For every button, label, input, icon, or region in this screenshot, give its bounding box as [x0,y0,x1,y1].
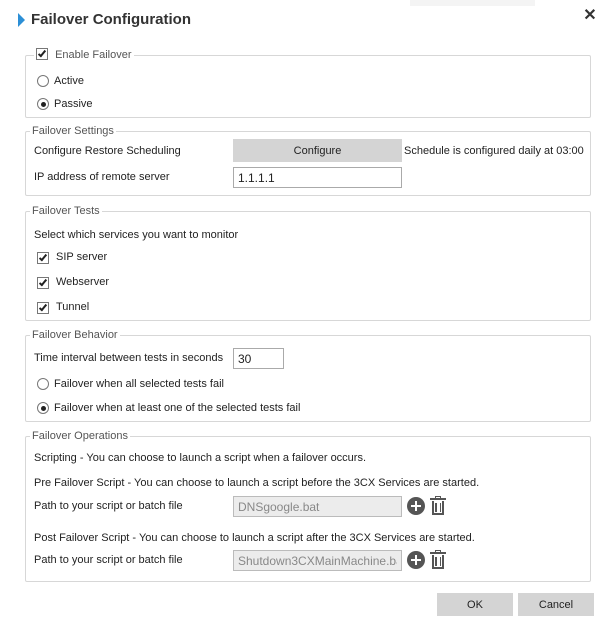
enable-failover-checkbox[interactable] [36,48,48,61]
pre-add-plus-circle-icon[interactable] [407,497,425,515]
ip-address-input[interactable] [233,167,402,188]
configure-button[interactable]: Configure [233,139,402,162]
failover-settings-legend: Failover Settings [30,125,116,138]
behavior-label-one: Failover when at least one of the select… [54,402,301,414]
failover-tests-group: Failover Tests Select which services you… [25,205,591,321]
mode-radio-passive[interactable] [37,98,49,110]
behavior-radio-all[interactable] [37,378,49,390]
mode-label-active: Active [54,75,84,87]
top-faint-bar [410,0,535,6]
behavior-label-all: Failover when all selected tests fail [54,378,224,390]
failover-behavior-group: Failover Behavior Time interval between … [25,329,591,422]
dialog-title: Failover Configuration [31,11,192,28]
behavior-radio-one[interactable] [37,402,49,414]
mode-radio-active[interactable] [37,75,49,87]
enable-failover-group: Enable Failover Active Passive [25,48,591,118]
dialog-title-bar: Failover Configuration ✕ [0,0,610,44]
restore-scheduling-label: Configure Restore Scheduling [34,145,181,157]
failover-settings-group: Failover Settings Configure Restore Sche… [25,125,591,196]
failover-operations-group: Failover Operations Scripting - You can … [25,430,591,582]
post-script-path-input[interactable] [233,550,402,571]
enable-failover-legend: Enable Failover [34,48,134,62]
interval-input[interactable] [233,348,284,369]
schedule-status: Schedule is configured daily at 03:00 [404,145,584,157]
post-delete-trash-icon[interactable] [430,550,446,569]
cancel-button[interactable]: Cancel [518,593,594,616]
failover-tests-legend: Failover Tests [30,205,102,218]
pre-delete-trash-icon[interactable] [430,496,446,515]
enable-failover-label: Enable Failover [55,49,132,61]
failover-operations-legend: Failover Operations [30,430,130,443]
post-script-note: Post Failover Script - You can choose to… [34,532,475,544]
close-icon[interactable]: ✕ [580,6,600,26]
interval-label: Time interval between tests in seconds [34,352,224,364]
pre-script-path-label: Path to your script or batch file [34,500,183,512]
tunnel-label: Tunnel [56,301,90,313]
mode-label-passive: Passive [54,98,93,110]
post-script-path-label: Path to your script or batch file [34,554,183,566]
ip-address-label: IP address of remote server [34,171,170,183]
pre-script-note: Pre Failover Script - You can choose to … [34,477,480,489]
tunnel-checkbox[interactable] [37,302,49,314]
scripting-note: Scripting - You can choose to launch a s… [34,452,367,464]
sip-server-label: SIP server [56,251,108,263]
post-add-plus-circle-icon[interactable] [407,551,425,569]
webserver-label: Webserver [56,276,109,288]
pre-script-path-input[interactable] [233,496,402,517]
ok-button[interactable]: OK [437,593,513,616]
triangle-right-icon [18,13,25,27]
webserver-checkbox[interactable] [37,277,49,289]
tests-instruction: Select which services you want to monito… [34,229,239,241]
sip-server-checkbox[interactable] [37,252,49,264]
failover-behavior-legend: Failover Behavior [30,329,120,342]
